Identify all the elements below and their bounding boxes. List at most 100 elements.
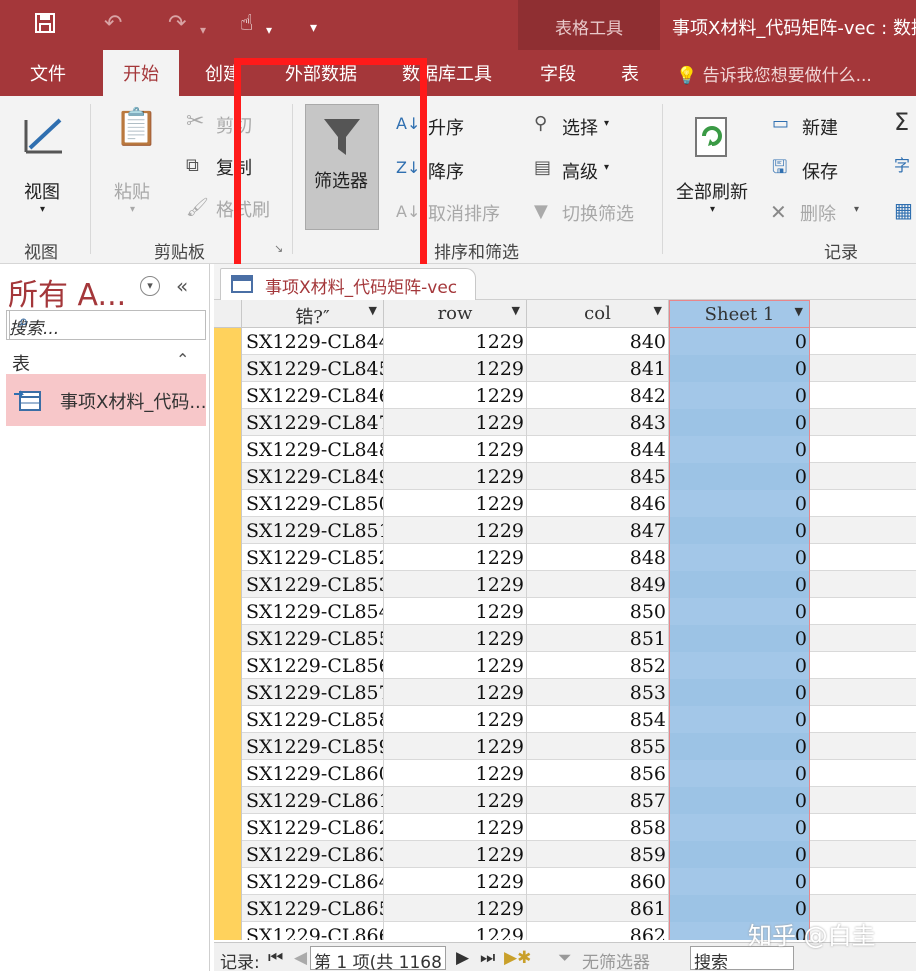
cell-row[interactable]: 1229 — [384, 544, 527, 571]
cell-col[interactable]: 851 — [527, 625, 669, 652]
category-collapse-icon[interactable]: ⌃ — [176, 350, 189, 369]
cell-row[interactable]: 1229 — [384, 490, 527, 517]
new-blank-record-icon[interactable]: ▶✱ — [504, 948, 531, 968]
tab-table[interactable]: 表 — [621, 60, 639, 86]
cell-code[interactable]: SX1229-CL851 — [242, 517, 384, 544]
cell-row[interactable]: 1229 — [384, 328, 527, 355]
row-selector[interactable] — [214, 409, 242, 436]
select-all-corner[interactable] — [214, 300, 242, 328]
cell-sheet1[interactable]: 0 — [669, 409, 810, 436]
cell-sheet1[interactable]: 0 — [669, 868, 810, 895]
row-selector[interactable] — [214, 328, 242, 355]
cell-row[interactable]: 1229 — [384, 355, 527, 382]
row-selector[interactable] — [214, 355, 242, 382]
row-selector[interactable] — [214, 571, 242, 598]
column-dropdown-icon[interactable]: ▼ — [654, 304, 662, 317]
cell-col[interactable]: 841 — [527, 355, 669, 382]
cell-row[interactable]: 1229 — [384, 409, 527, 436]
cell-row[interactable]: 1229 — [384, 625, 527, 652]
cell-row[interactable]: 1229 — [384, 436, 527, 463]
column-dropdown-icon[interactable]: ▼ — [369, 304, 377, 317]
previous-record-icon[interactable]: ◀ — [294, 948, 307, 968]
table-row[interactable]: SX1229-CL852 1229 848 0 — [214, 544, 916, 571]
column-dropdown-icon[interactable]: ▼ — [512, 304, 520, 317]
cell-col[interactable]: 858 — [527, 814, 669, 841]
cell-sheet1[interactable]: 0 — [669, 598, 810, 625]
cell-col[interactable]: 856 — [527, 760, 669, 787]
cell-sheet1[interactable]: 0 — [669, 760, 810, 787]
tab-home[interactable]: 开始 — [103, 50, 179, 96]
tab-fields[interactable]: 字段 — [540, 60, 576, 86]
filter-status[interactable]: 无筛选器 — [582, 948, 650, 971]
delete-button[interactable]: 删除 — [800, 200, 836, 226]
column-dropdown-icon[interactable]: ▼ — [795, 305, 803, 318]
cell-code[interactable]: SX1229-CL863 — [242, 841, 384, 868]
row-selector[interactable] — [214, 436, 242, 463]
cell-row[interactable]: 1229 — [384, 652, 527, 679]
cell-code[interactable]: SX1229-CL854 — [242, 598, 384, 625]
cell-col[interactable]: 844 — [527, 436, 669, 463]
column-header-row-field[interactable]: row ▼ — [384, 300, 527, 328]
column-header-code[interactable]: 锆?″ ▼ — [242, 300, 384, 328]
refresh-dropdown-icon[interactable]: ▾ — [710, 204, 715, 215]
cell-code[interactable]: SX1229-CL849 — [242, 463, 384, 490]
row-selector[interactable] — [214, 598, 242, 625]
row-selector[interactable] — [214, 517, 242, 544]
cell-code[interactable]: SX1229-CL860 — [242, 760, 384, 787]
touch-dropdown-icon[interactable]: ▾ — [266, 18, 272, 42]
table-row[interactable]: SX1229-CL850 1229 846 0 — [214, 490, 916, 517]
cell-col[interactable]: 845 — [527, 463, 669, 490]
sort-ascending-button[interactable]: 升序 — [428, 114, 464, 140]
cell-code[interactable]: SX1229-CL850 — [242, 490, 384, 517]
row-selector[interactable] — [214, 733, 242, 760]
tab-file[interactable]: 文件 — [30, 60, 66, 86]
table-row[interactable]: SX1229-CL860 1229 856 0 — [214, 760, 916, 787]
row-selector[interactable] — [214, 490, 242, 517]
row-selector[interactable] — [214, 706, 242, 733]
cell-sheet1[interactable]: 0 — [669, 382, 810, 409]
next-record-icon[interactable]: ▶ — [456, 948, 469, 968]
new-record-button[interactable]: 新建 — [802, 114, 838, 140]
selection-dropdown-icon[interactable]: ▾ — [604, 118, 609, 129]
cell-row[interactable]: 1229 — [384, 598, 527, 625]
table-row[interactable]: SX1229-CL862 1229 858 0 — [214, 814, 916, 841]
row-selector[interactable] — [214, 382, 242, 409]
table-row[interactable]: SX1229-CL848 1229 844 0 — [214, 436, 916, 463]
row-selector[interactable] — [214, 652, 242, 679]
customize-qat-icon[interactable]: ▾ — [310, 16, 317, 40]
tell-me-box[interactable]: 💡 告诉我您想要做什么... — [676, 61, 872, 86]
cell-row[interactable]: 1229 — [384, 706, 527, 733]
table-row[interactable]: SX1229-CL857 1229 853 0 — [214, 679, 916, 706]
cell-sheet1[interactable]: 0 — [669, 814, 810, 841]
cell-col[interactable]: 846 — [527, 490, 669, 517]
cell-row[interactable]: 1229 — [384, 922, 527, 940]
toggle-filter-button[interactable]: 切换筛选 — [562, 200, 634, 226]
row-selector[interactable] — [214, 868, 242, 895]
nav-category-tables[interactable]: 表 — [12, 350, 30, 376]
row-selector[interactable] — [214, 787, 242, 814]
first-record-icon[interactable]: ⏮ — [268, 948, 283, 968]
cell-sheet1[interactable]: 0 — [669, 328, 810, 355]
row-selector[interactable] — [214, 760, 242, 787]
clear-sort-button[interactable]: 取消排序 — [428, 200, 500, 226]
table-row[interactable]: SX1229-CL845 1229 841 0 — [214, 355, 916, 382]
cell-col[interactable]: 848 — [527, 544, 669, 571]
redo-dropdown-icon[interactable]: ▾ — [200, 18, 206, 42]
cell-col[interactable]: 843 — [527, 409, 669, 436]
paste-dropdown-icon[interactable]: ▾ — [130, 204, 135, 215]
cell-col[interactable]: 840 — [527, 328, 669, 355]
cell-code[interactable]: SX1229-CL846 — [242, 382, 384, 409]
cell-code[interactable]: SX1229-CL844 — [242, 328, 384, 355]
table-row[interactable]: SX1229-CL856 1229 852 0 — [214, 652, 916, 679]
cell-sheet1[interactable]: 0 — [669, 355, 810, 382]
advanced-dropdown-icon[interactable]: ▾ — [604, 162, 609, 173]
cell-sheet1[interactable]: 0 — [669, 652, 810, 679]
table-row[interactable]: SX1229-CL844 1229 840 0 — [214, 328, 916, 355]
cell-col[interactable]: 852 — [527, 652, 669, 679]
cell-col[interactable]: 849 — [527, 571, 669, 598]
cell-code[interactable]: SX1229-CL857 — [242, 679, 384, 706]
view-dropdown-icon[interactable]: ▾ — [40, 204, 45, 215]
nav-item-table[interactable]: 事项X材料_代码... — [6, 374, 207, 426]
cell-col[interactable]: 861 — [527, 895, 669, 922]
row-selector[interactable] — [214, 544, 242, 571]
